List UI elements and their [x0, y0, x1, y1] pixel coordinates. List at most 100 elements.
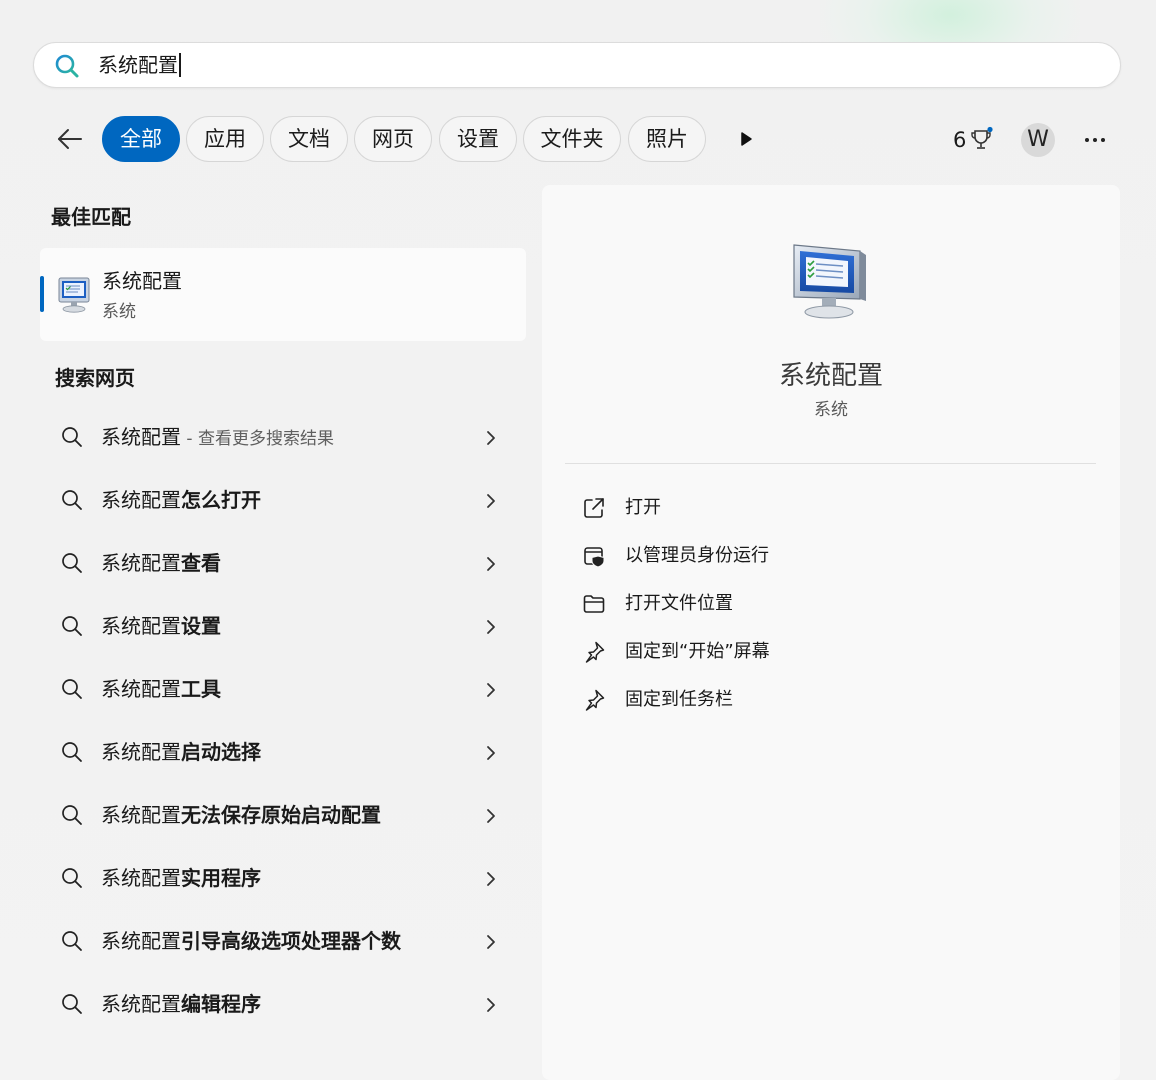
search-icon — [62, 427, 82, 447]
query-suggestion: 怎么打开 — [181, 488, 261, 512]
chevron-right-icon — [487, 746, 495, 760]
pin-icon — [585, 689, 605, 711]
pin-icon — [585, 641, 605, 663]
chevron-right-icon — [487, 494, 495, 508]
web-search-result[interactable]: 系统配置无法保存原始启动配置 — [40, 787, 526, 843]
query-prefix: 系统配置 — [101, 803, 181, 827]
web-search-result[interactable]: 系统配置实用程序 — [40, 850, 526, 906]
best-match-subtitle: 系统 — [102, 302, 136, 322]
query-suggestion: 实用程序 — [181, 866, 261, 890]
web-result-text: 系统配置引导高级选项处理器个数 — [101, 927, 401, 957]
tab-photos[interactable]: 照片 — [628, 116, 706, 162]
action-label: 固定到“开始”屏幕 — [625, 641, 770, 662]
web-search-result[interactable]: 系统配置编辑程序 — [40, 976, 526, 1032]
search-icon — [62, 742, 82, 762]
web-search-result[interactable]: 系统配置 - 查看更多搜索结果 — [40, 409, 526, 465]
query-prefix: 系统配置 — [101, 866, 181, 890]
web-result-text: 系统配置启动选择 — [101, 738, 261, 768]
chevron-right-icon — [487, 683, 495, 697]
chevron-right-icon — [487, 809, 495, 823]
detail-subtitle: 系统 — [814, 400, 848, 420]
best-match-item[interactable]: 系统配置 系统 — [40, 248, 526, 341]
best-match-title: 系统配置 — [102, 269, 182, 293]
search-icon — [62, 931, 82, 951]
web-result-text: 系统配置怎么打开 — [101, 486, 261, 516]
system-configuration-app-icon — [58, 277, 90, 313]
query-suggestion: 无法保存原始启动配置 — [181, 803, 381, 827]
action-pin-to-taskbar[interactable]: 固定到任务栏 — [565, 679, 1085, 719]
chevron-right-icon — [487, 935, 495, 949]
trophy-icon[interactable] — [969, 126, 995, 154]
search-icon — [62, 490, 82, 510]
query-prefix: 系统配置 — [101, 551, 181, 575]
chevron-right-icon — [487, 557, 495, 571]
web-search-heading: 搜索网页 — [55, 366, 135, 390]
detail-divider — [565, 463, 1096, 464]
web-search-result[interactable]: 系统配置工具 — [40, 661, 526, 717]
query-prefix: 系统配置 — [101, 740, 181, 764]
query-suggestion: 启动选择 — [181, 740, 261, 764]
detail-title: 系统配置 — [778, 361, 883, 391]
search-icon — [62, 679, 82, 699]
more-options-icon[interactable] — [1082, 130, 1110, 150]
chevron-right-icon — [487, 620, 495, 634]
chevron-right-icon — [487, 431, 495, 445]
folder-icon — [583, 595, 605, 613]
web-search-result[interactable]: 系统配置设置 — [40, 598, 526, 654]
search-icon — [62, 868, 82, 888]
web-result-text: 系统配置查看 — [101, 549, 221, 579]
web-search-result[interactable]: 系统配置启动选择 — [40, 724, 526, 780]
tab-all[interactable]: 全部 — [102, 116, 180, 162]
query-prefix: 系统配置 — [101, 992, 181, 1016]
query-prefix: 系统配置 — [101, 929, 181, 953]
web-search-result[interactable]: 系统配置引导高级选项处理器个数 — [40, 913, 526, 969]
search-icon — [55, 54, 79, 78]
search-input[interactable]: 系统配置 — [98, 49, 181, 81]
action-label: 打开 — [625, 497, 661, 518]
open-external-icon — [584, 498, 604, 518]
web-search-result[interactable]: 系统配置查看 — [40, 535, 526, 591]
best-match-heading: 最佳匹配 — [51, 205, 131, 229]
detail-panel: 系统配置 系统 打开 以管理员身份运行 打开文件位置 固定到“开始”屏幕 固定到… — [542, 185, 1120, 1080]
search-box[interactable]: 系统配置 — [33, 42, 1121, 88]
system-configuration-large-icon — [793, 244, 866, 319]
query-suggestion: 设置 — [181, 614, 221, 638]
back-arrow-icon[interactable] — [55, 124, 85, 154]
web-result-text: 系统配置编辑程序 — [101, 990, 261, 1020]
web-result-text: 系统配置无法保存原始启动配置 — [101, 801, 381, 831]
action-pin-to-start[interactable]: 固定到“开始”屏幕 — [565, 631, 1085, 671]
query-prefix: 系统配置 — [101, 488, 181, 512]
action-open[interactable]: 打开 — [565, 487, 1085, 527]
tab-settings[interactable]: 设置 — [439, 116, 517, 162]
query-prefix: 系统配置 — [101, 677, 181, 701]
avatar[interactable]: W — [1021, 123, 1055, 157]
search-icon — [62, 553, 82, 573]
web-result-text: 系统配置 - 查看更多搜索结果 — [101, 423, 334, 453]
tab-documents[interactable]: 文档 — [270, 116, 348, 162]
tab-apps[interactable]: 应用 — [186, 116, 264, 162]
tab-folders[interactable]: 文件夹 — [523, 116, 621, 162]
action-label: 固定到任务栏 — [625, 689, 733, 710]
web-result-text: 系统配置工具 — [101, 675, 221, 705]
selection-indicator — [40, 276, 44, 312]
run-as-admin-icon — [584, 547, 605, 568]
search-icon — [62, 805, 82, 825]
web-search-result[interactable]: 系统配置怎么打开 — [40, 472, 526, 528]
query-suggestion: 查看 — [181, 551, 221, 575]
chevron-right-icon — [487, 872, 495, 886]
action-run-as-admin[interactable]: 以管理员身份运行 — [565, 535, 1085, 575]
query-prefix: 系统配置 — [101, 425, 181, 449]
action-label: 以管理员身份运行 — [625, 545, 769, 566]
tab-web[interactable]: 网页 — [354, 116, 432, 162]
text-caret — [179, 53, 181, 77]
query-suggestion: 引导高级选项处理器个数 — [181, 929, 401, 953]
search-icon — [62, 616, 82, 636]
web-result-text: 系统配置设置 — [101, 612, 221, 642]
action-open-file-location[interactable]: 打开文件位置 — [565, 583, 1085, 623]
chevron-right-icon — [487, 998, 495, 1012]
query-suggestion: 编辑程序 — [181, 992, 261, 1016]
query-prefix: 系统配置 — [101, 614, 181, 638]
rewards-points[interactable]: 6 — [953, 126, 966, 154]
play-more-icon[interactable] — [736, 128, 756, 150]
action-label: 打开文件位置 — [625, 593, 733, 614]
